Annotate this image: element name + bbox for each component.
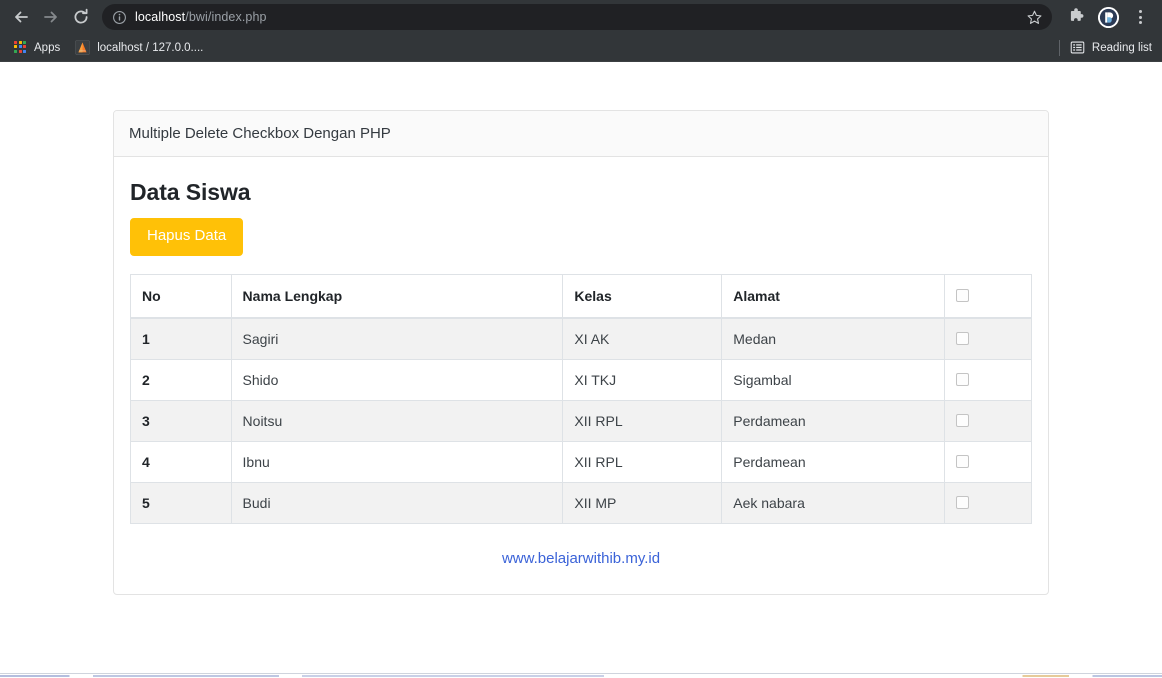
row-select-checkbox[interactable] bbox=[956, 373, 969, 386]
profile-avatar-icon bbox=[1098, 7, 1119, 28]
info-circle-icon[interactable] bbox=[112, 10, 127, 25]
forward-arrow-icon bbox=[41, 7, 61, 27]
cell-nama: Noitsu bbox=[231, 400, 563, 441]
students-table: No Nama Lengkap Kelas Alamat 1SagiriXI A… bbox=[130, 274, 1032, 524]
page-viewport: Multiple Delete Checkbox Dengan PHP Data… bbox=[0, 62, 1162, 677]
address-bar[interactable]: localhost/bwi/index.php bbox=[102, 4, 1052, 30]
table-row: 1SagiriXI AKMedan bbox=[131, 318, 1032, 360]
cell-select bbox=[945, 318, 1032, 360]
cell-kelas: XII MP bbox=[563, 482, 722, 523]
bookmarks-separator bbox=[1059, 40, 1060, 56]
url-host: localhost bbox=[135, 10, 185, 24]
reading-list-label: Reading list bbox=[1092, 42, 1152, 54]
star-icon bbox=[1026, 9, 1043, 26]
extensions-button[interactable] bbox=[1062, 2, 1090, 32]
row-select-checkbox[interactable] bbox=[956, 455, 969, 468]
cell-kelas: XI AK bbox=[563, 318, 722, 360]
table-row: 3NoitsuXII RPLPerdamean bbox=[131, 400, 1032, 441]
cell-no: 3 bbox=[131, 400, 232, 441]
background-window-sliver bbox=[0, 673, 1162, 677]
bookmark-localhost-label: localhost / 127.0.0.... bbox=[97, 42, 203, 54]
column-header-select-all bbox=[945, 274, 1032, 318]
url-text[interactable]: localhost/bwi/index.php bbox=[135, 10, 1018, 24]
forward-button[interactable] bbox=[36, 2, 66, 32]
column-header-no: No bbox=[131, 274, 232, 318]
select-all-checkbox[interactable] bbox=[956, 289, 969, 302]
cell-alamat: Aek nabara bbox=[722, 482, 945, 523]
cell-nama: Budi bbox=[231, 482, 563, 523]
xampp-icon bbox=[75, 40, 90, 55]
column-header-kelas: Kelas bbox=[563, 274, 722, 318]
cell-no: 5 bbox=[131, 482, 232, 523]
cell-no: 2 bbox=[131, 359, 232, 400]
table-body: 1SagiriXI AKMedan2ShidoXI TKJSigambal3No… bbox=[131, 318, 1032, 524]
cell-no: 4 bbox=[131, 441, 232, 482]
three-dots-vertical-icon bbox=[1139, 10, 1142, 24]
delete-data-button[interactable]: Hapus Data bbox=[130, 218, 243, 256]
table-row: 2ShidoXI TKJSigambal bbox=[131, 359, 1032, 400]
cell-select bbox=[945, 441, 1032, 482]
url-path: /bwi/index.php bbox=[185, 10, 266, 24]
cell-select bbox=[945, 400, 1032, 441]
cell-nama: Shido bbox=[231, 359, 563, 400]
card-header-title: Multiple Delete Checkbox Dengan PHP bbox=[114, 111, 1048, 157]
column-header-nama-lengkap: Nama Lengkap bbox=[231, 274, 563, 318]
table-row: 4IbnuXII RPLPerdamean bbox=[131, 441, 1032, 482]
browser-menu-button[interactable] bbox=[1126, 2, 1154, 32]
bookmark-localhost[interactable]: localhost / 127.0.0.... bbox=[71, 37, 210, 59]
apps-grid-icon bbox=[14, 41, 28, 55]
bookmark-star-button[interactable] bbox=[1022, 5, 1046, 29]
cell-alamat: Sigambal bbox=[722, 359, 945, 400]
cell-select bbox=[945, 482, 1032, 523]
bookmarks-bar: Apps localhost / 127.0.0.... bbox=[0, 34, 1162, 62]
table-row: 5BudiXII MPAek nabara bbox=[131, 482, 1032, 523]
page-container: Multiple Delete Checkbox Dengan PHP Data… bbox=[113, 110, 1049, 595]
row-select-checkbox[interactable] bbox=[956, 496, 969, 509]
profile-button[interactable] bbox=[1094, 2, 1122, 32]
cell-alamat: Perdamean bbox=[722, 400, 945, 441]
background-window-content bbox=[0, 675, 1162, 677]
browser-toolbar: localhost/bwi/index.php bbox=[0, 0, 1162, 34]
puzzle-piece-icon bbox=[1067, 8, 1086, 27]
bookmark-apps[interactable]: Apps bbox=[10, 37, 67, 59]
cell-no: 1 bbox=[131, 318, 232, 360]
cell-kelas: XII RPL bbox=[563, 441, 722, 482]
cell-nama: Ibnu bbox=[231, 441, 563, 482]
cell-kelas: XII RPL bbox=[563, 400, 722, 441]
page-title: Data Siswa bbox=[130, 179, 1032, 206]
row-select-checkbox[interactable] bbox=[956, 332, 969, 345]
cell-select bbox=[945, 359, 1032, 400]
card-body: Data Siswa Hapus Data No Nama Lengkap Ke… bbox=[114, 157, 1048, 594]
reading-list-button[interactable]: Reading list bbox=[1070, 40, 1154, 55]
back-arrow-icon bbox=[11, 7, 31, 27]
reading-list-icon bbox=[1070, 40, 1085, 55]
table-head: No Nama Lengkap Kelas Alamat bbox=[131, 274, 1032, 318]
site-link[interactable]: www.belajarwithib.my.id bbox=[502, 550, 660, 567]
reload-icon bbox=[71, 7, 91, 27]
footer: www.belajarwithib.my.id bbox=[130, 550, 1032, 568]
cell-alamat: Perdamean bbox=[722, 441, 945, 482]
table-header-row: No Nama Lengkap Kelas Alamat bbox=[131, 274, 1032, 318]
browser-chrome: localhost/bwi/index.php bbox=[0, 0, 1162, 62]
reload-button[interactable] bbox=[66, 2, 96, 32]
cell-alamat: Medan bbox=[722, 318, 945, 360]
column-header-alamat: Alamat bbox=[722, 274, 945, 318]
row-select-checkbox[interactable] bbox=[956, 414, 969, 427]
cell-kelas: XI TKJ bbox=[563, 359, 722, 400]
cell-nama: Sagiri bbox=[231, 318, 563, 360]
bookmark-apps-label: Apps bbox=[34, 42, 60, 54]
data-card: Multiple Delete Checkbox Dengan PHP Data… bbox=[113, 110, 1049, 595]
back-button[interactable] bbox=[6, 2, 36, 32]
